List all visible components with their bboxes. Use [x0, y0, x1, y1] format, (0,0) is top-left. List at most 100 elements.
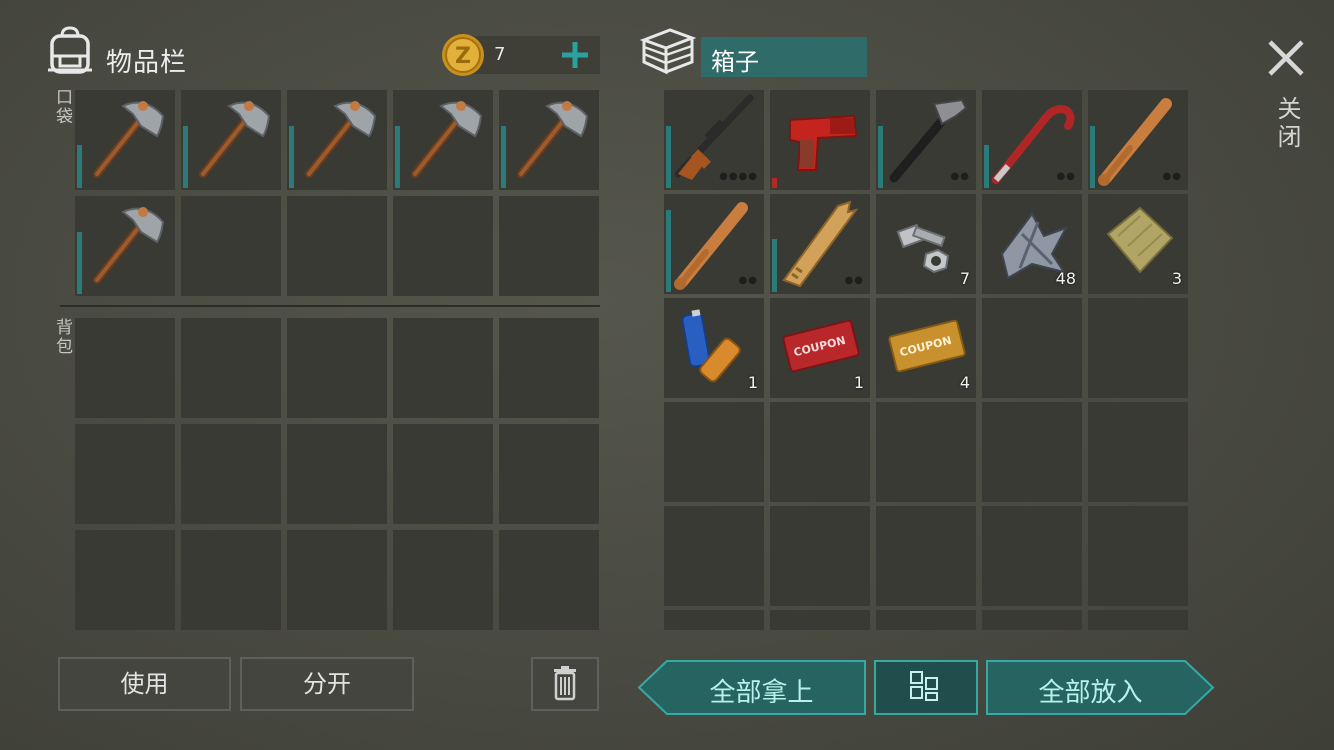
container-slot[interactable] — [770, 506, 870, 606]
item-quantity: 1 — [747, 373, 758, 392]
pickaxe-icon — [411, 101, 483, 178]
item-quantity: 1 — [853, 373, 864, 392]
container-slot-partial[interactable] — [876, 610, 976, 630]
backpack-icon — [48, 26, 92, 74]
container-slot[interactable]: ●● — [664, 194, 764, 294]
durability-bar — [772, 178, 777, 188]
item-quantity: 7 — [959, 269, 970, 288]
durability-bar — [772, 239, 777, 292]
backpack-slot[interactable] — [181, 530, 281, 630]
durability-bar — [666, 126, 671, 188]
container-slot-partial[interactable] — [982, 610, 1082, 630]
crate-icon — [640, 28, 696, 75]
coin-icon: Z — [442, 34, 484, 76]
container-slot[interactable] — [982, 506, 1082, 606]
container-slot[interactable]: ●● — [876, 90, 976, 190]
take-all-button[interactable]: 全部拿上 — [637, 660, 866, 715]
quality-dots: ●● — [1162, 171, 1182, 182]
item-quantity: 48 — [1055, 269, 1076, 288]
container-slot[interactable] — [770, 402, 870, 502]
quality-dots: ●● — [1056, 171, 1076, 182]
container-slot[interactable]: 3 — [1088, 194, 1188, 294]
durability-bar — [77, 232, 82, 294]
quality-dots: ●● — [738, 275, 758, 286]
container-slot[interactable] — [1088, 402, 1188, 502]
backpack-slot[interactable] — [181, 424, 281, 524]
backpack-slot[interactable] — [287, 424, 387, 524]
pocket-slot[interactable] — [393, 90, 493, 190]
backpack-slot[interactable] — [75, 318, 175, 418]
close-label[interactable]: 关闭 — [1270, 96, 1305, 152]
item-quantity: 3 — [1171, 269, 1182, 288]
backpack-slot[interactable] — [499, 530, 599, 630]
backpack-slot[interactable] — [75, 530, 175, 630]
put-all-button[interactable]: 全部放入 — [986, 660, 1215, 715]
container-slot[interactable]: ●● — [1088, 90, 1188, 190]
durability-bar — [1090, 126, 1095, 188]
close-icon[interactable] — [1262, 34, 1310, 82]
container-slot-partial[interactable] — [770, 610, 870, 630]
pocket-slot[interactable] — [181, 90, 281, 190]
quality-dots: ●● — [844, 275, 864, 286]
inventory-title: 物品栏 — [106, 48, 188, 78]
pickaxe-icon — [93, 207, 165, 284]
container-slot[interactable]: 7 — [876, 194, 976, 294]
container-slot[interactable] — [876, 506, 976, 606]
container-slot[interactable]: COUPON 4 — [876, 298, 976, 398]
quality-dots: ●●●● — [719, 171, 758, 182]
container-slot[interactable] — [664, 402, 764, 502]
backpack-slot[interactable] — [499, 318, 599, 418]
pocket-slot[interactable] — [393, 196, 493, 296]
backpack-slot[interactable] — [499, 424, 599, 524]
pickaxe-icon — [199, 101, 271, 178]
pocket-label: 口袋 — [52, 88, 72, 126]
container-slot[interactable] — [982, 298, 1082, 398]
container-slot[interactable] — [664, 506, 764, 606]
backpack-slot[interactable] — [287, 318, 387, 418]
coin-count: 7 — [494, 44, 506, 65]
backpack-slot[interactable] — [393, 318, 493, 418]
container-slot[interactable]: COUPON 1 — [770, 298, 870, 398]
put-all-label: 全部放入 — [1038, 678, 1143, 708]
container-slot[interactable]: ●● — [982, 90, 1082, 190]
pocket-slot[interactable] — [75, 90, 175, 190]
container-slot[interactable]: ●●●● — [664, 90, 764, 190]
pocket-slot[interactable] — [499, 196, 599, 296]
durability-bar — [77, 145, 82, 188]
coin-counter: Z 7 — [440, 30, 600, 78]
pickaxe-icon — [517, 101, 589, 178]
container-slot[interactable] — [1088, 298, 1188, 398]
durability-bar — [984, 145, 989, 188]
sort-button[interactable] — [874, 660, 978, 715]
durability-bar — [501, 126, 506, 188]
container-slot[interactable] — [982, 402, 1082, 502]
pocket-slot[interactable] — [499, 90, 599, 190]
backpack-slot[interactable] — [287, 530, 387, 630]
container-slot[interactable] — [1088, 506, 1188, 606]
pocket-slot[interactable] — [287, 196, 387, 296]
backpack-slot[interactable] — [75, 424, 175, 524]
container-slot[interactable]: ●● — [770, 194, 870, 294]
durability-bar — [878, 126, 883, 188]
container-slot[interactable]: 48 — [982, 194, 1082, 294]
pocket-slot[interactable] — [181, 196, 281, 296]
flare-gun-icon — [789, 114, 858, 171]
pocket-slot[interactable] — [287, 90, 387, 190]
section-divider — [60, 305, 600, 307]
container-slot[interactable]: 1 — [664, 298, 764, 398]
backpack-label: 背包 — [52, 318, 72, 356]
backpack-slot[interactable] — [393, 530, 493, 630]
backpack-slot[interactable] — [393, 424, 493, 524]
container-slot[interactable] — [876, 402, 976, 502]
use-button[interactable]: 使用 — [58, 657, 231, 711]
add-coins-button[interactable] — [556, 36, 594, 74]
backpack-slot[interactable] — [181, 318, 281, 418]
trash-button[interactable] — [531, 657, 599, 711]
pocket-slot[interactable] — [75, 196, 175, 296]
container-slot-partial[interactable] — [1088, 610, 1188, 630]
container-slot-partial[interactable] — [664, 610, 764, 630]
container-slot[interactable] — [770, 90, 870, 190]
split-button[interactable]: 分开 — [240, 657, 414, 711]
durability-bar — [289, 126, 294, 188]
container-title: 箱子 — [701, 37, 867, 77]
